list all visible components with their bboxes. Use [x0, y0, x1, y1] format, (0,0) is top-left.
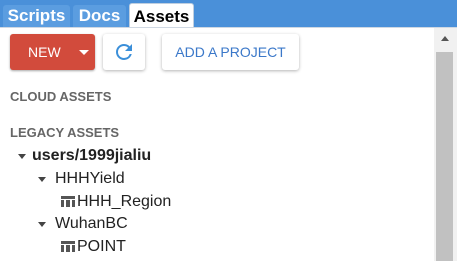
tree-folder-wuhanbc[interactable]: WuhanBC [55, 215, 128, 233]
cloud-assets-heading: CLOUD ASSETS [10, 89, 112, 104]
expand-caret-icon[interactable] [38, 222, 46, 227]
caret-down-icon [79, 50, 89, 55]
tab-assets[interactable]: Assets [129, 3, 194, 28]
refresh-button[interactable] [103, 34, 145, 70]
table-icon [61, 196, 75, 207]
scrollbar-thumb[interactable] [436, 52, 453, 261]
add-project-button[interactable]: ADD A PROJECT [162, 34, 299, 70]
tab-scripts[interactable]: Scripts [3, 5, 70, 27]
tree-root-folder[interactable]: users/1999jialiu [32, 147, 151, 165]
tab-docs[interactable]: Docs [73, 5, 126, 27]
scroll-up-arrow-icon[interactable] [441, 36, 449, 41]
refresh-icon [116, 43, 132, 60]
tree-folder-hhhyield[interactable]: HHHYield [55, 170, 125, 188]
table-icon [61, 241, 75, 252]
new-button-label: NEW [28, 44, 61, 60]
tree-table-hhh-region[interactable]: HHH_Region [77, 193, 171, 211]
tab-divider [0, 27, 457, 28]
legacy-assets-heading: LEGACY ASSETS [10, 125, 120, 140]
tree-table-point[interactable]: POINT [77, 238, 126, 256]
new-button[interactable]: NEW [10, 34, 95, 70]
expand-caret-icon[interactable] [38, 177, 46, 182]
expand-caret-icon[interactable] [18, 154, 26, 159]
